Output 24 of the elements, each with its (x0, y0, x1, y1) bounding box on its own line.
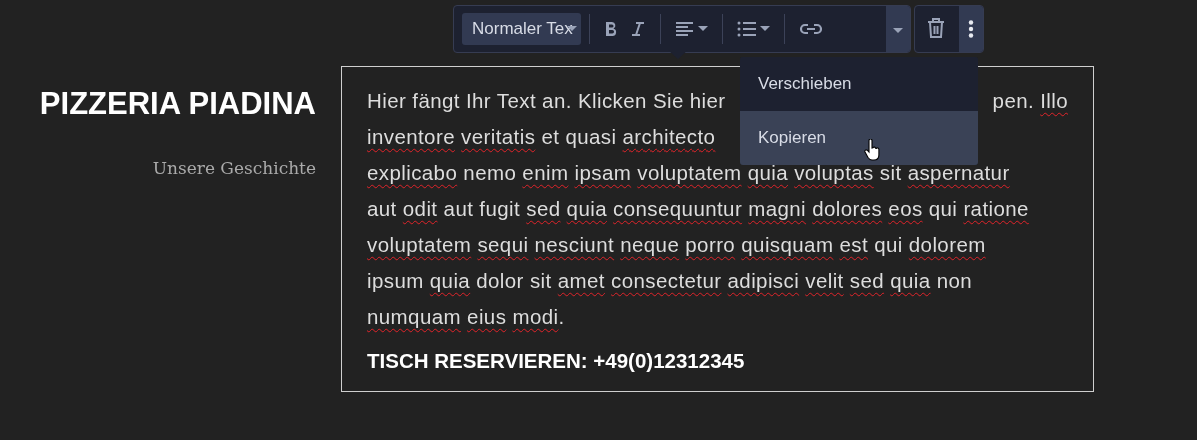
text-line: aut odit aut fugit sed quia consequuntur magni dolores eos qui ratione (367, 196, 1029, 222)
hand-cursor-icon (864, 139, 880, 161)
text-line: ipsum quia dolor sit amet consectetur adipisci velit sed quia non (367, 268, 973, 294)
text-line: numquam eius modi. (367, 304, 565, 330)
menu-button[interactable] (959, 6, 983, 52)
caret-icon (759, 26, 770, 32)
text-line: inventore veritatis et quasi architecto (367, 124, 716, 150)
text-line: Hier fängt Ihr Text an. Klicken Sie hier (367, 88, 726, 114)
site-title: PIZZERIA PIADINA (39, 86, 316, 122)
caret-icon (893, 27, 903, 34)
page-subtitle: Unsere Geschichte (152, 158, 316, 178)
text-style-dropdown[interactable]: Normaler Tex (462, 13, 581, 45)
trash-icon (927, 16, 945, 39)
bold-icon (603, 21, 618, 37)
caret-icon (697, 26, 708, 32)
link-icon (798, 22, 823, 36)
kebab-menu-icon (968, 20, 974, 38)
menu-item[interactable]: Kopieren (740, 111, 978, 165)
text-line: voluptatem sequi nesciunt neque porro quisquam est qui dolorem (367, 232, 986, 258)
bullet-list-icon (736, 21, 757, 37)
reservation-text: TISCH RESERVIEREN: +49(0)12312345 (367, 349, 746, 373)
italic-icon (629, 21, 646, 37)
text-line: pen. Illo (992, 88, 1068, 114)
align-left-icon (674, 21, 695, 37)
